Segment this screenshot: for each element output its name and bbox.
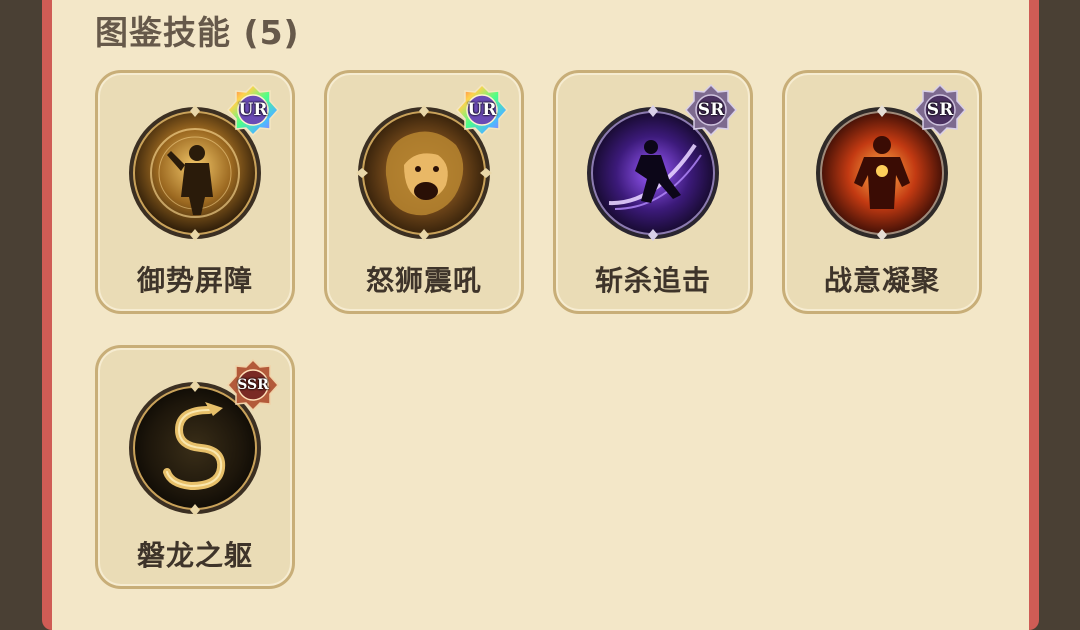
rarity-label: UR [467, 100, 497, 120]
skill-card-2[interactable]: UR 怒狮震吼 [324, 70, 524, 314]
rarity-badge-sr: SR [913, 83, 967, 137]
skill-name: 斩杀追击 [594, 264, 711, 297]
skill-card-4[interactable]: SR 战意凝聚 [782, 70, 982, 314]
skill-name: 战意凝聚 [823, 264, 940, 297]
rarity-label: UR [238, 100, 268, 120]
skill-name: 磐龙之躯 [136, 539, 253, 572]
skill-card-3[interactable]: SR 斩杀追击 [553, 70, 753, 314]
rarity-label: SR [697, 100, 725, 120]
skill-card-1[interactable]: UR 御势屏障 [95, 70, 295, 314]
skill-card-5[interactable]: SSR 磐龙之躯 [95, 345, 295, 589]
skill-name: 怒狮震吼 [365, 264, 482, 297]
rarity-badge-ssr: SSR [226, 358, 280, 412]
section-title: 图鉴技能 (5) [95, 13, 300, 52]
skill-name: 御势屏障 [136, 264, 253, 297]
rarity-label: SR [926, 100, 954, 120]
rarity-badge-ur: UR [455, 83, 509, 137]
rarity-badge-sr: SR [684, 83, 738, 137]
rarity-label: SSR [237, 377, 269, 393]
screen: 图鉴技能 (5) UR 御势屏障 UR 怒狮震吼 SR 斩杀追击 SR 战意凝聚… [0, 0, 1080, 630]
rarity-badge-ur: UR [226, 83, 280, 137]
